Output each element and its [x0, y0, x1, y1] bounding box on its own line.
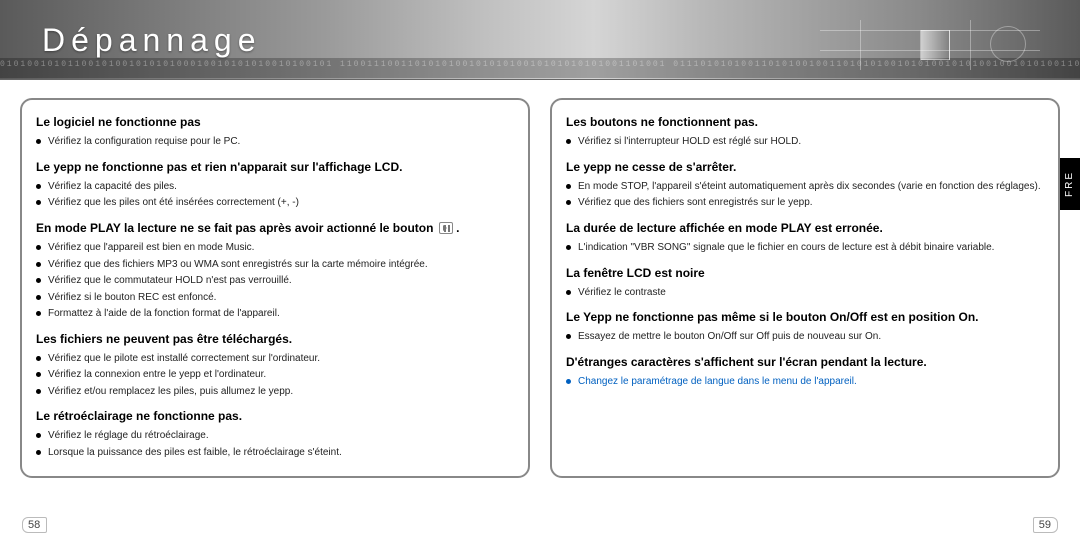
- left-panel: Le logiciel ne fonctionne pas Vérifiez l…: [20, 98, 530, 478]
- list-item: Vérifiez que l'appareil est bien en mode…: [36, 241, 514, 255]
- banner-decoration: [820, 20, 1040, 70]
- list-item: Vérifiez que des fichiers MP3 ou WMA son…: [36, 258, 514, 272]
- list-item: Vérifiez et/ou remplacez les piles, puis…: [36, 385, 514, 399]
- page-number-right: 59: [1033, 517, 1058, 533]
- list-item: Vérifiez que des fichiers sont enregistr…: [566, 196, 1044, 210]
- language-tab: FRE: [1060, 158, 1080, 210]
- list-item: Vérifiez si le bouton REC est enfoncé.: [36, 291, 514, 305]
- section-heading: Le yepp ne cesse de s'arrêter.: [566, 159, 1044, 175]
- list-item: L'indication "VBR SONG" signale que le f…: [566, 241, 1044, 255]
- section-heading: En mode PLAY la lecture ne se fait pas a…: [36, 220, 514, 236]
- list-item: Changez le paramétrage de langue dans le…: [566, 375, 1044, 389]
- list-item: Vérifiez que le commutateur HOLD n'est p…: [36, 274, 514, 288]
- page-number-left: 58: [22, 517, 47, 533]
- list-item: Formattez à l'aide de la fonction format…: [36, 307, 514, 321]
- list-item: Vérifiez la connexion entre le yepp et l…: [36, 368, 514, 382]
- section-heading: Le yepp ne fonctionne pas et rien n'appa…: [36, 159, 514, 175]
- list-item: Vérifiez le réglage du rétroéclairage.: [36, 429, 514, 443]
- list-item: Vérifiez la capacité des piles.: [36, 180, 514, 194]
- heading-text-a: En mode PLAY la lecture ne se fait pas a…: [36, 221, 433, 235]
- list-item: Essayez de mettre le bouton On/Off sur O…: [566, 330, 1044, 344]
- section-heading: Le Yepp ne fonctionne pas même si le bou…: [566, 309, 1044, 325]
- section-heading: D'étranges caractères s'affichent sur l'…: [566, 354, 1044, 370]
- title-banner: 0101001010110010100101010100010010101010…: [0, 0, 1080, 80]
- list-item: Vérifiez le contraste: [566, 286, 1044, 300]
- list-item: Vérifiez si l'interrupteur HOLD est régl…: [566, 135, 1044, 149]
- section-heading: Le rétroéclairage ne fonctionne pas.: [36, 408, 514, 424]
- list-item: Vérifiez la configuration requise pour l…: [36, 135, 514, 149]
- right-page: Les boutons ne fonctionnent pas. Vérifie…: [550, 98, 1060, 478]
- section-heading: Les fichiers ne peuvent pas être télécha…: [36, 331, 514, 347]
- list-item: En mode STOP, l'appareil s'éteint automa…: [566, 180, 1044, 194]
- play-pause-icon: [439, 222, 453, 234]
- section-heading: Le logiciel ne fonctionne pas: [36, 114, 514, 130]
- left-page: Le logiciel ne fonctionne pas Vérifiez l…: [20, 98, 530, 478]
- heading-text-b: .: [456, 221, 459, 235]
- section-heading: Les boutons ne fonctionnent pas.: [566, 114, 1044, 130]
- list-item: Vérifiez que le pilote est installé corr…: [36, 352, 514, 366]
- section-heading: La fenêtre LCD est noire: [566, 265, 1044, 281]
- page-title: Dépannage: [42, 22, 261, 59]
- right-panel: Les boutons ne fonctionnent pas. Vérifie…: [550, 98, 1060, 478]
- content-spread: Le logiciel ne fonctionne pas Vérifiez l…: [0, 80, 1080, 478]
- list-item: Lorsque la puissance des piles est faibl…: [36, 446, 514, 460]
- list-item: Vérifiez que les piles ont été insérées …: [36, 196, 514, 210]
- section-heading: La durée de lecture affichée en mode PLA…: [566, 220, 1044, 236]
